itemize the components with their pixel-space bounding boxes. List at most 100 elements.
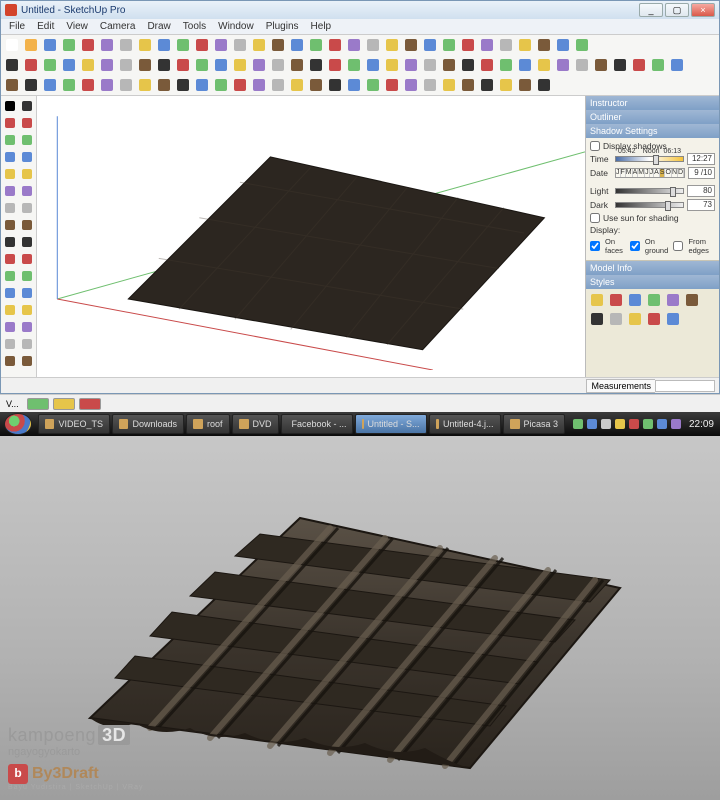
menu-window[interactable]: Window bbox=[212, 21, 260, 32]
close-button[interactable]: × bbox=[691, 3, 715, 17]
toolbar-button[interactable] bbox=[421, 56, 439, 74]
palette-tool[interactable] bbox=[19, 132, 35, 148]
toolbar-button[interactable] bbox=[478, 76, 496, 94]
systray-icon[interactable] bbox=[573, 419, 583, 429]
toolbar-button[interactable] bbox=[592, 56, 610, 74]
date-month-bar[interactable]: JFMAMJJASOND bbox=[615, 168, 685, 178]
toolbar-button[interactable] bbox=[364, 56, 382, 74]
toolbar-button[interactable] bbox=[402, 76, 420, 94]
toolbar-button[interactable] bbox=[573, 36, 591, 54]
toolbar-button[interactable] bbox=[649, 56, 667, 74]
toolbar-button[interactable] bbox=[440, 76, 458, 94]
systray-icon[interactable] bbox=[629, 419, 639, 429]
palette-tool[interactable] bbox=[19, 149, 35, 165]
palette-tool[interactable] bbox=[2, 251, 18, 267]
systray-icon[interactable] bbox=[643, 419, 653, 429]
toolbar-button[interactable] bbox=[174, 36, 192, 54]
toolbar-button[interactable] bbox=[326, 76, 344, 94]
toolbar-button[interactable] bbox=[383, 36, 401, 54]
toolbar-button[interactable] bbox=[645, 310, 663, 328]
toolbar-button[interactable] bbox=[421, 76, 439, 94]
maximize-button[interactable]: ▢ bbox=[665, 3, 689, 17]
palette-tool[interactable] bbox=[2, 234, 18, 250]
palette-tool[interactable] bbox=[19, 183, 35, 199]
toolbar-button[interactable] bbox=[60, 76, 78, 94]
menu-plugins[interactable]: Plugins bbox=[260, 21, 305, 32]
toolbar-button[interactable] bbox=[588, 291, 606, 309]
palette-tool[interactable] bbox=[2, 98, 18, 114]
toolbar-button[interactable] bbox=[79, 56, 97, 74]
toolbar-button[interactable] bbox=[212, 56, 230, 74]
toolbar-button[interactable] bbox=[136, 36, 154, 54]
toolbar-button[interactable] bbox=[440, 56, 458, 74]
toolbar-button[interactable] bbox=[22, 56, 40, 74]
toolbar-button[interactable] bbox=[664, 310, 682, 328]
status-pill-2[interactable] bbox=[53, 398, 75, 410]
toolbar-button[interactable] bbox=[136, 56, 154, 74]
toolbar-button[interactable] bbox=[497, 36, 515, 54]
palette-tool[interactable] bbox=[2, 115, 18, 131]
toolbar-button[interactable] bbox=[41, 56, 59, 74]
palette-tool[interactable] bbox=[2, 353, 18, 369]
toolbar-button[interactable] bbox=[364, 76, 382, 94]
menu-tools[interactable]: Tools bbox=[177, 21, 212, 32]
toolbar-button[interactable] bbox=[626, 310, 644, 328]
toolbar-button[interactable] bbox=[98, 76, 116, 94]
toolbar-button[interactable] bbox=[193, 36, 211, 54]
palette-tool[interactable] bbox=[2, 183, 18, 199]
use-sun-checkbox[interactable] bbox=[590, 213, 600, 223]
dark-value[interactable]: 73 bbox=[687, 199, 715, 211]
toolbar-button[interactable] bbox=[588, 310, 606, 328]
toolbar-button[interactable] bbox=[98, 56, 116, 74]
palette-tool[interactable] bbox=[2, 268, 18, 284]
tray-header-instructor[interactable]: Instructor bbox=[586, 96, 719, 110]
toolbar-button[interactable] bbox=[516, 76, 534, 94]
toolbar-button[interactable] bbox=[478, 36, 496, 54]
toolbar-button[interactable] bbox=[307, 76, 325, 94]
toolbar-button[interactable] bbox=[383, 56, 401, 74]
toolbar-button[interactable] bbox=[212, 76, 230, 94]
toolbar-button[interactable] bbox=[22, 76, 40, 94]
palette-tool[interactable] bbox=[19, 200, 35, 216]
tray-header-modelinfo[interactable]: Model Info bbox=[586, 261, 719, 275]
taskbar-button[interactable]: VIDEO_TS bbox=[38, 414, 110, 434]
toolbar-button[interactable] bbox=[269, 76, 287, 94]
toolbar-button[interactable] bbox=[155, 76, 173, 94]
palette-tool[interactable] bbox=[2, 302, 18, 318]
palette-tool[interactable] bbox=[19, 98, 35, 114]
toolbar-button[interactable] bbox=[269, 36, 287, 54]
systray-icon[interactable] bbox=[657, 419, 667, 429]
menu-camera[interactable]: Camera bbox=[94, 21, 142, 32]
toolbar-button[interactable] bbox=[364, 36, 382, 54]
palette-tool[interactable] bbox=[19, 217, 35, 233]
taskbar-button[interactable]: Facebook - ... bbox=[281, 414, 353, 434]
taskbar-button[interactable]: DVD bbox=[232, 414, 279, 434]
toolbar-button[interactable] bbox=[626, 291, 644, 309]
time-value[interactable]: 12:27 bbox=[687, 153, 715, 165]
toolbar-button[interactable] bbox=[554, 56, 572, 74]
toolbar-button[interactable] bbox=[535, 36, 553, 54]
toolbar-button[interactable] bbox=[307, 56, 325, 74]
toolbar-button[interactable] bbox=[326, 56, 344, 74]
toolbar-button[interactable] bbox=[3, 76, 21, 94]
taskbar-button[interactable]: Picasa 3 bbox=[503, 414, 566, 434]
toolbar-button[interactable] bbox=[117, 36, 135, 54]
toolbar-button[interactable] bbox=[516, 56, 534, 74]
toolbar-button[interactable] bbox=[288, 76, 306, 94]
toolbar-button[interactable] bbox=[98, 36, 116, 54]
window-titlebar[interactable]: Untitled - SketchUp Pro _ ▢ × bbox=[1, 1, 719, 19]
toolbar-button[interactable] bbox=[607, 291, 625, 309]
toolbar-button[interactable] bbox=[516, 36, 534, 54]
viewport-3d[interactable] bbox=[37, 96, 585, 377]
menu-help[interactable]: Help bbox=[305, 21, 338, 32]
palette-tool[interactable] bbox=[19, 234, 35, 250]
toolbar-button[interactable] bbox=[212, 36, 230, 54]
systray-icon[interactable] bbox=[615, 419, 625, 429]
toolbar-button[interactable] bbox=[345, 76, 363, 94]
from-edges-checkbox[interactable] bbox=[673, 241, 683, 251]
toolbar-button[interactable] bbox=[535, 56, 553, 74]
toolbar-button[interactable] bbox=[231, 36, 249, 54]
palette-tool[interactable] bbox=[2, 149, 18, 165]
palette-tool[interactable] bbox=[19, 336, 35, 352]
month-cell[interactable]: M bbox=[638, 169, 645, 177]
